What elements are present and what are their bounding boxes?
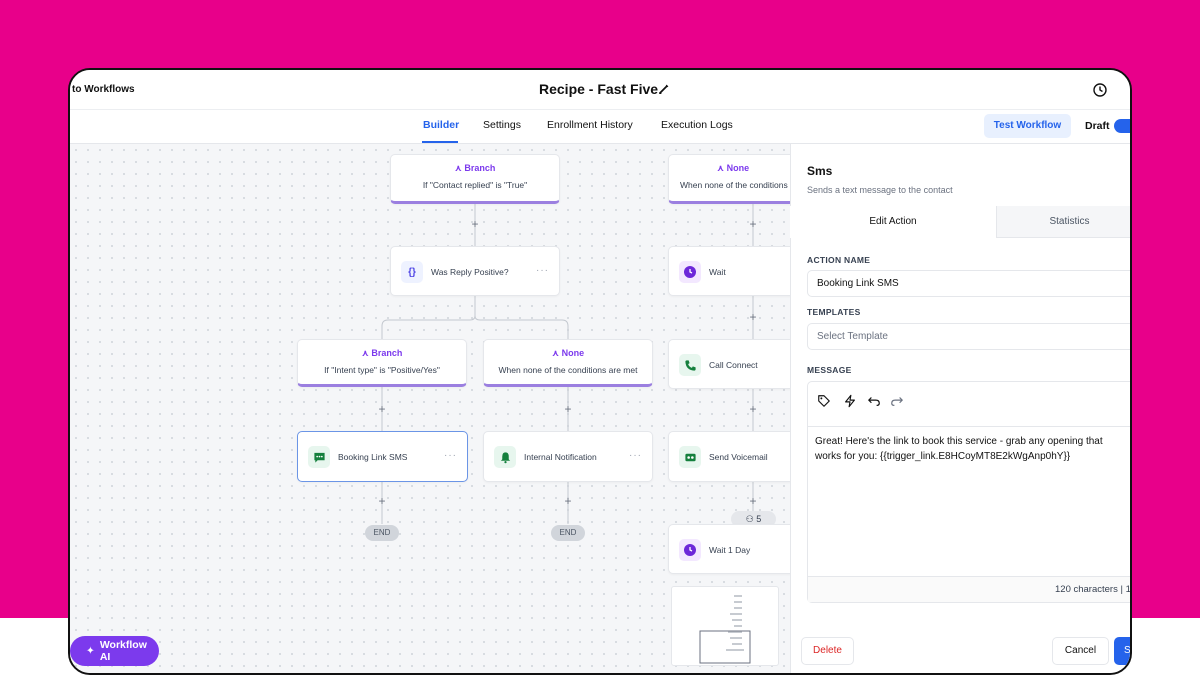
branch-none-node[interactable]: ⋏ None When none of the conditions are m… <box>483 339 653 387</box>
node-label: Booking Link SMS <box>338 452 408 462</box>
message-label: MESSAGE <box>807 365 852 375</box>
branch-title: ⋏ None <box>716 163 750 173</box>
node-label: Send Voicemail <box>709 452 768 462</box>
code-braces-icon: {} <box>401 261 423 283</box>
branch-icon: ⋏ <box>551 348 562 358</box>
action-name-input[interactable]: Booking Link SMS <box>807 270 1130 297</box>
sms-icon <box>308 446 330 468</box>
branch-condition: If "Intent type" is "Positive/Yes" <box>324 365 440 375</box>
app-window: to Workflows Recipe - Fast Five Builder … <box>68 68 1132 675</box>
wait-1-day-node[interactable]: Wait 1 Day <box>668 524 798 574</box>
wait-node[interactable]: Wait <box>668 246 798 296</box>
end-marker: END <box>551 525 585 541</box>
panel-title: Sms <box>807 164 833 178</box>
add-step-button[interactable]: + <box>377 494 387 508</box>
more-options-icon[interactable]: ··· <box>536 265 549 276</box>
template-select[interactable]: Select Template <box>807 323 1130 350</box>
test-workflow-button[interactable]: Test Workflow <box>984 114 1071 138</box>
workflow-ai-label: Workflow AI <box>99 639 147 663</box>
action-name-label: ACTION NAME <box>807 255 871 265</box>
node-label: Call Connect <box>709 360 758 370</box>
history-icon[interactable] <box>1092 82 1108 98</box>
back-to-workflows-link[interactable]: to Workflows <box>72 84 135 95</box>
clock-icon <box>679 261 701 283</box>
message-text[interactable]: Great! Here's the link to book this serv… <box>815 434 1130 464</box>
branch-title: ⋏ Branch <box>454 163 496 173</box>
workflow-title: Recipe - Fast Five <box>539 81 659 97</box>
lightning-icon[interactable] <box>843 394 857 408</box>
active-tab-indicator <box>422 141 458 143</box>
call-connect-node[interactable]: Call Connect <box>668 339 798 389</box>
branch-icon: ⋏ <box>716 163 727 173</box>
tab-settings[interactable]: Settings <box>483 119 521 131</box>
message-footer: 120 characters | 1 <box>808 576 1131 602</box>
redo-icon[interactable] <box>890 394 904 408</box>
add-step-button[interactable]: + <box>748 494 758 508</box>
delete-button[interactable]: Delete <box>801 637 854 665</box>
internal-notification-node[interactable]: Internal Notification ··· <box>483 431 653 482</box>
branch-none-node[interactable]: ⋏ None When none of the conditions are m… <box>668 154 798 204</box>
tag-icon[interactable] <box>817 394 831 408</box>
minimap-preview <box>699 595 751 664</box>
branch-contact-replied-node[interactable]: ⋏ Branch If "Contact replied" is "True" <box>390 154 560 204</box>
more-options-icon[interactable]: ··· <box>629 450 642 461</box>
branch-title: ⋏ None <box>551 348 585 358</box>
add-step-button[interactable]: + <box>377 402 387 416</box>
pencil-icon[interactable] <box>657 82 671 96</box>
node-label: Internal Notification <box>524 452 597 462</box>
tab-edit-action[interactable]: Edit Action <box>790 206 996 238</box>
character-count: 120 characters | 1 <box>1055 584 1131 595</box>
panel-subtitle: Sends a text message to the contact <box>807 185 953 195</box>
branch-icon: ⋏ <box>361 348 372 358</box>
clock-icon <box>679 539 701 561</box>
add-step-button[interactable]: + <box>563 402 573 416</box>
editor-toolbar <box>808 382 1130 427</box>
add-step-button[interactable]: + <box>470 217 480 231</box>
node-label: Wait 1 Day <box>709 545 751 555</box>
tab-execution-logs[interactable]: Execution Logs <box>661 119 733 131</box>
templates-label: TEMPLATES <box>807 307 861 317</box>
users-icon: ⚇ <box>745 514 757 524</box>
undo-icon[interactable] <box>867 394 881 408</box>
more-options-icon[interactable]: ··· <box>444 450 457 461</box>
voicemail-icon <box>679 446 701 468</box>
branch-condition: When none of the conditions are met <box>498 365 638 375</box>
end-marker: END <box>365 525 399 541</box>
branch-icon: ⋏ <box>454 163 465 173</box>
publish-toggle[interactable] <box>1114 119 1130 133</box>
branch-intent-node[interactable]: ⋏ Branch If "Intent type" is "Positive/Y… <box>297 339 467 387</box>
booking-link-sms-node[interactable]: Booking Link SMS ··· <box>297 431 468 482</box>
tab-statistics[interactable]: Statistics <box>996 206 1130 238</box>
node-label: Was Reply Positive? <box>431 267 509 277</box>
bell-icon <box>494 446 516 468</box>
workflow-ai-button[interactable]: ✦ Workflow AI <box>70 636 159 666</box>
status-label: Draft <box>1085 120 1110 132</box>
branch-condition: When none of the conditions are met <box>680 180 797 190</box>
save-button[interactable]: S <box>1114 637 1130 665</box>
send-voicemail-node[interactable]: Send Voicemail <box>668 431 798 482</box>
add-step-button[interactable]: + <box>748 402 758 416</box>
add-step-button[interactable]: + <box>748 310 758 324</box>
sparkle-icon: ✦ <box>86 645 95 657</box>
condition-node[interactable]: {} Was Reply Positive? ··· <box>390 246 560 296</box>
branch-title: ⋏ Branch <box>361 348 403 358</box>
tab-builder[interactable]: Builder <box>423 119 459 131</box>
branch-condition: If "Contact replied" is "True" <box>422 180 528 190</box>
cancel-button[interactable]: Cancel <box>1052 637 1109 665</box>
add-step-button[interactable]: + <box>748 217 758 231</box>
add-step-button[interactable]: + <box>563 494 573 508</box>
tab-enrollment-history[interactable]: Enrollment History <box>547 119 633 131</box>
phone-icon <box>679 354 701 376</box>
message-editor[interactable]: Great! Here's the link to book this serv… <box>807 381 1131 603</box>
node-label: Wait <box>709 267 726 277</box>
canvas-minimap[interactable] <box>671 586 779 666</box>
